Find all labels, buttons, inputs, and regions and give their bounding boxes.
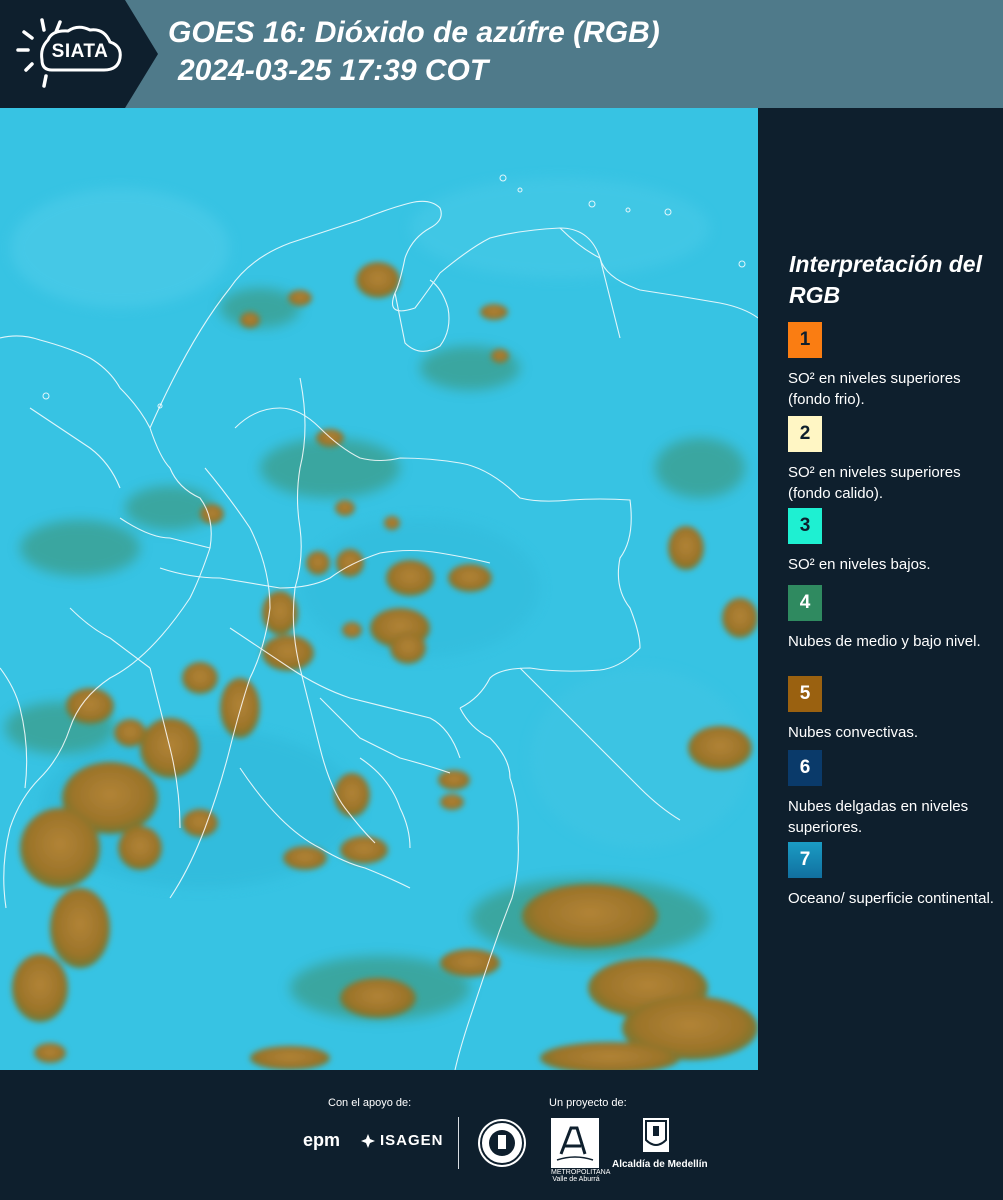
area-metropolitana-logo bbox=[551, 1118, 599, 1168]
legend-item-6: 6 Nubes delgadas en niveles superiores. bbox=[788, 750, 998, 838]
legend-swatch-7: 7 bbox=[788, 842, 822, 878]
legend-text-5: Nubes convectivas. bbox=[788, 724, 919, 741]
legend-item-7: 7 Oceano/ superficie continental. bbox=[788, 842, 998, 909]
isagen-logo-text: ISAGEN bbox=[380, 1132, 444, 1149]
legend-swatch-6: 6 bbox=[788, 750, 822, 786]
legend-swatch-4: 4 bbox=[788, 585, 822, 621]
siata-logo-text: SIATA bbox=[51, 41, 109, 62]
legend-swatch-5: 5 bbox=[788, 676, 822, 712]
legend-text-7: Oceano/ superficie continental. bbox=[788, 890, 994, 907]
legend-swatch-1: 1 bbox=[788, 322, 822, 358]
siata-logo: SIATA bbox=[0, 0, 158, 108]
legend-swatch-2: 2 bbox=[788, 416, 822, 452]
alcaldia-text: Alcaldía de Medellín bbox=[612, 1159, 708, 1170]
legend-text-4: Nubes de medio y bajo nivel. bbox=[788, 633, 981, 650]
legend-text-6: Nubes delgadas en niveles superiores. bbox=[788, 798, 969, 836]
title-product: GOES 16: Dióxido de azúfre (RGB) bbox=[168, 16, 660, 49]
rgb-legend: Interpretación del RGB 1 SO² en niveles … bbox=[760, 108, 1003, 1070]
page-title: GOES 16: Dióxido de azúfre (RGB) 2024-03… bbox=[168, 14, 660, 90]
satellite-map bbox=[0, 108, 758, 1070]
legend-item-2: 2 SO² en niveles superiores (fondo calid… bbox=[788, 416, 998, 504]
legend-text-3: SO² en niveles bajos. bbox=[788, 556, 931, 573]
legend-item-5: 5 Nubes convectivas. bbox=[788, 676, 998, 743]
isagen-symbol-icon bbox=[361, 1133, 375, 1148]
legend-item-3: 3 SO² en niveles bajos. bbox=[788, 508, 998, 575]
support-label: Con el apoyo de: bbox=[328, 1097, 412, 1109]
footer: Con el apoyo de: Un proyecto de: epm ISA… bbox=[0, 1070, 1003, 1200]
legend-item-4: 4 Nubes de medio y bajo nivel. bbox=[788, 585, 998, 652]
footer-divider bbox=[458, 1117, 459, 1169]
medellin-seal-logo bbox=[478, 1119, 526, 1167]
epm-logo: epm bbox=[303, 1130, 341, 1150]
project-label: Un proyecto de: bbox=[549, 1097, 627, 1109]
isagen-logo: ISAGEN bbox=[360, 1132, 444, 1149]
area-metropolitana-text: METROPOLITANA Valle de Aburrá bbox=[551, 1169, 611, 1183]
alcaldia-shield-logo bbox=[643, 1118, 669, 1152]
legend-item-1: 1 SO² en niveles superiores (fondo frio)… bbox=[788, 322, 998, 410]
legend-text-2: SO² en niveles superiores (fondo calido)… bbox=[788, 464, 961, 502]
legend-title: Interpretación del RGB bbox=[789, 251, 982, 308]
title-timestamp: 2024-03-25 17:39 COT bbox=[178, 54, 489, 87]
header: SIATA GOES 16: Dióxido de azúfre (RGB) 2… bbox=[0, 0, 1003, 108]
legend-text-1: SO² en niveles superiores (fondo frio). bbox=[788, 370, 961, 408]
legend-swatch-3: 3 bbox=[788, 508, 822, 544]
